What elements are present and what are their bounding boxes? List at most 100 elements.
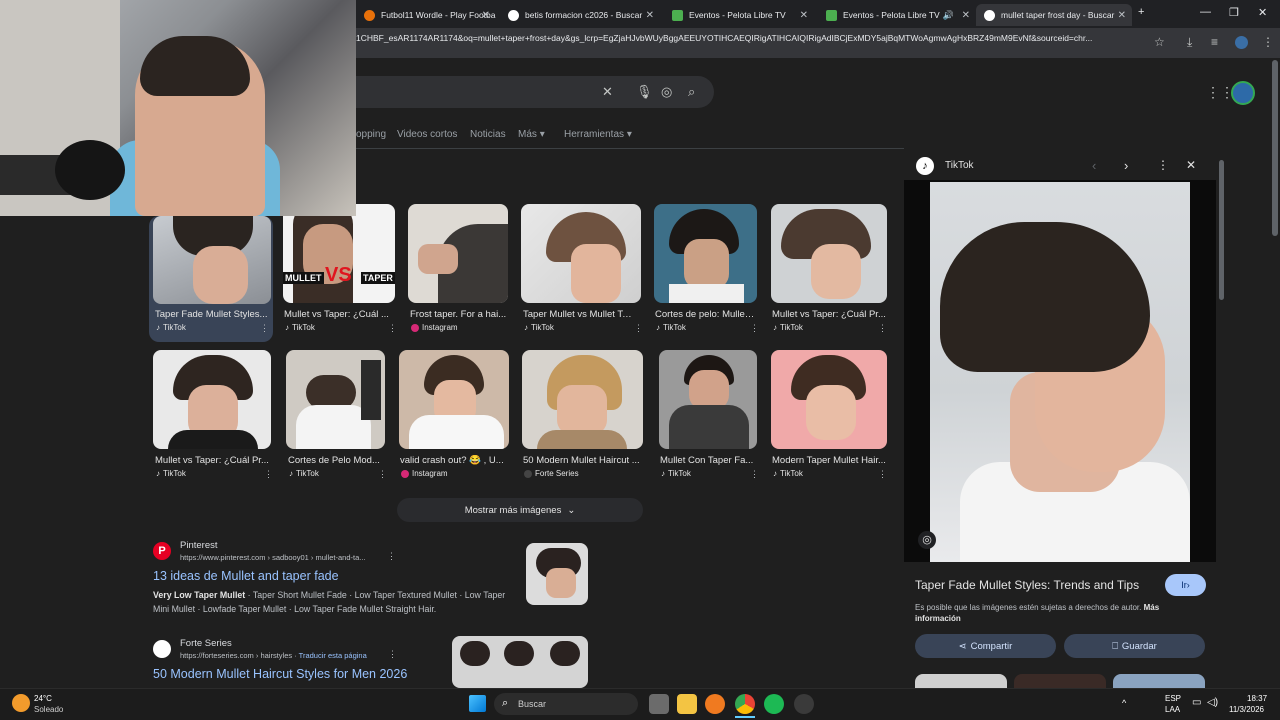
window-close-icon[interactable]: ✕ [1258, 6, 1267, 19]
speaker-icon[interactable]: 🔊 [943, 10, 954, 21]
more-options-icon[interactable]: ⋮ [378, 469, 387, 480]
steam-icon[interactable] [794, 694, 814, 714]
result-options-icon[interactable]: ⋮ [387, 551, 396, 562]
image-thumbnail[interactable] [771, 350, 887, 449]
search-input[interactable] [340, 76, 714, 108]
image-caption[interactable]: valid crash out? 😂 , U... [400, 455, 508, 466]
image-thumbnail[interactable] [399, 350, 509, 449]
image-thumbnail[interactable] [153, 216, 271, 304]
close-icon[interactable]: ✕ [482, 10, 490, 21]
tab-news[interactable]: Noticias [470, 129, 506, 140]
image-thumbnail[interactable] [522, 350, 643, 449]
image-thumbnail[interactable] [771, 204, 887, 303]
lens-icon[interactable]: ◎ [661, 84, 672, 100]
search-icon[interactable]: ⌕ [688, 84, 695, 100]
close-icon[interactable]: ✕ [800, 10, 808, 21]
language-indicator[interactable]: ESP [1165, 694, 1181, 703]
image-caption[interactable]: 50 Modern Mullet Haircut ... [523, 455, 641, 466]
related-image-thumbnail[interactable] [1113, 674, 1205, 688]
volume-icon[interactable]: ◁) [1207, 697, 1218, 708]
more-options-icon[interactable]: ⋮ [264, 469, 273, 480]
apps-grid-icon[interactable]: ⋮⋮ [1206, 84, 1234, 101]
weather-sun-icon[interactable] [12, 694, 30, 712]
tab-mullet-active[interactable]: mullet taper frost day - Buscar ✕ [976, 4, 1132, 26]
menu-kebab-icon[interactable]: ⋮ [1262, 35, 1274, 49]
panel-title[interactable]: Taper Fade Mullet Styles: Trends and Tip… [915, 578, 1139, 592]
more-options-icon[interactable]: ⋮ [260, 323, 269, 334]
close-icon[interactable]: ✕ [962, 10, 970, 21]
result-url[interactable]: https://forteseries.com › hairstyles · T… [180, 651, 367, 660]
tab-eventos-1[interactable]: Eventos - Pelota Libre TV ✕ [664, 4, 814, 26]
file-explorer-icon[interactable] [677, 694, 697, 714]
image-caption[interactable]: Frost taper. For a hai... [410, 309, 508, 320]
image-caption[interactable]: Cortes de pelo: Mullet... [655, 309, 755, 320]
clock-time[interactable]: 18:37 [1247, 694, 1267, 703]
more-options-icon[interactable]: ⋮ [1157, 158, 1169, 172]
url-text[interactable]: 1CHBF_esAR1174AR1174&oq=mullet+taper+fro… [356, 33, 1146, 43]
image-caption[interactable]: Mullet vs Taper: ¿Cuál ... [284, 309, 394, 320]
tab-search-icon[interactable]: ≡ [1211, 35, 1218, 49]
tab-futbol11[interactable]: Futbol11 Wordle - Play Footbal ✕ [356, 4, 496, 26]
image-caption[interactable]: Modern Taper Mullet Hair... [772, 455, 886, 466]
more-options-icon[interactable]: ⋮ [388, 323, 397, 334]
image-thumbnail[interactable] [286, 350, 385, 449]
image-thumbnail[interactable] [654, 204, 757, 303]
more-options-icon[interactable]: ⋮ [878, 469, 887, 480]
bookmark-star-icon[interactable]: ☆ [1154, 35, 1165, 49]
tab-more[interactable]: Más ▾ [518, 129, 545, 140]
keyboard-layout[interactable]: LAA [1165, 705, 1180, 714]
image-thumbnail[interactable] [408, 204, 508, 303]
image-thumbnail[interactable] [521, 204, 641, 303]
more-options-icon[interactable]: ⋮ [750, 323, 759, 334]
image-caption[interactable]: Mullet vs Taper: ¿Cuál Pr... [155, 455, 270, 466]
share-button[interactable]: ⋖ Compartir [915, 634, 1056, 658]
minimize-icon[interactable]: — [1200, 6, 1211, 18]
visit-button[interactable]: Ir › [1165, 574, 1206, 596]
tray-overflow-icon[interactable]: ^ [1122, 698, 1126, 708]
lens-icon[interactable]: ◎ [918, 531, 936, 549]
weather-temp[interactable]: 24°C [34, 694, 52, 703]
account-avatar[interactable] [1231, 81, 1255, 105]
close-panel-icon[interactable]: ✕ [1186, 158, 1196, 172]
tab-shopping[interactable]: opping [356, 129, 386, 140]
related-image-thumbnail[interactable] [1014, 674, 1106, 688]
more-options-icon[interactable]: ⋮ [878, 323, 887, 334]
show-more-images-button[interactable]: Mostrar más imágenes ⌄ [397, 498, 643, 522]
result-options-icon[interactable]: ⋮ [388, 649, 397, 660]
related-image-thumbnail[interactable] [915, 674, 1007, 688]
image-caption[interactable]: Taper Mullet vs Mullet Ta... [523, 309, 635, 320]
image-thumbnail[interactable]: MULLET VS TAPER [283, 204, 395, 303]
clock-date[interactable]: 11/3/2026 [1229, 705, 1264, 714]
tab-betis[interactable]: betis formacion c2026 - Buscar ✕ [500, 4, 660, 26]
preview-image[interactable] [930, 182, 1190, 562]
result-url[interactable]: https://www.pinterest.com › sadbooy01 › … [180, 553, 366, 562]
more-options-icon[interactable]: ⋮ [750, 469, 759, 480]
result-thumbnail[interactable] [452, 636, 588, 688]
close-icon[interactable]: ✕ [646, 10, 654, 21]
result-title-link[interactable]: 50 Modern Mullet Haircut Styles for Men … [153, 667, 407, 681]
tab-short-videos[interactable]: Videos cortos [397, 129, 457, 140]
panel-scrollbar-thumb[interactable] [1219, 160, 1224, 300]
page-scrollbar-thumb[interactable] [1272, 60, 1278, 236]
taskbar-search[interactable]: Buscar [494, 693, 638, 715]
next-icon[interactable]: › [1124, 158, 1128, 173]
chrome-icon[interactable] [735, 694, 755, 714]
microphone-icon[interactable]: 🎙 [636, 84, 653, 100]
image-thumbnail[interactable] [153, 350, 271, 449]
image-thumbnail[interactable] [659, 350, 757, 449]
windows-start-icon[interactable] [469, 695, 486, 712]
close-icon[interactable]: ✕ [1118, 10, 1126, 21]
image-caption[interactable]: Cortes de Pelo Mod... [288, 455, 383, 466]
weather-condition[interactable]: Soleado [34, 705, 63, 714]
network-icon[interactable]: ▭ [1192, 697, 1201, 708]
download-icon[interactable]: ⤓ [1187, 35, 1192, 50]
firefox-icon[interactable] [705, 694, 725, 714]
image-caption[interactable]: Taper Fade Mullet Styles... [155, 309, 270, 320]
more-options-icon[interactable]: ⋮ [634, 323, 643, 334]
panel-source[interactable]: TikTok [945, 160, 974, 171]
maximize-icon[interactable]: ❐ [1229, 6, 1239, 19]
previous-icon[interactable]: ‹ [1092, 158, 1096, 173]
task-view-icon[interactable] [649, 694, 669, 714]
tab-tools[interactable]: Herramientas ▾ [564, 129, 632, 140]
result-title-link[interactable]: 13 ideas de Mullet and taper fade [153, 569, 339, 583]
